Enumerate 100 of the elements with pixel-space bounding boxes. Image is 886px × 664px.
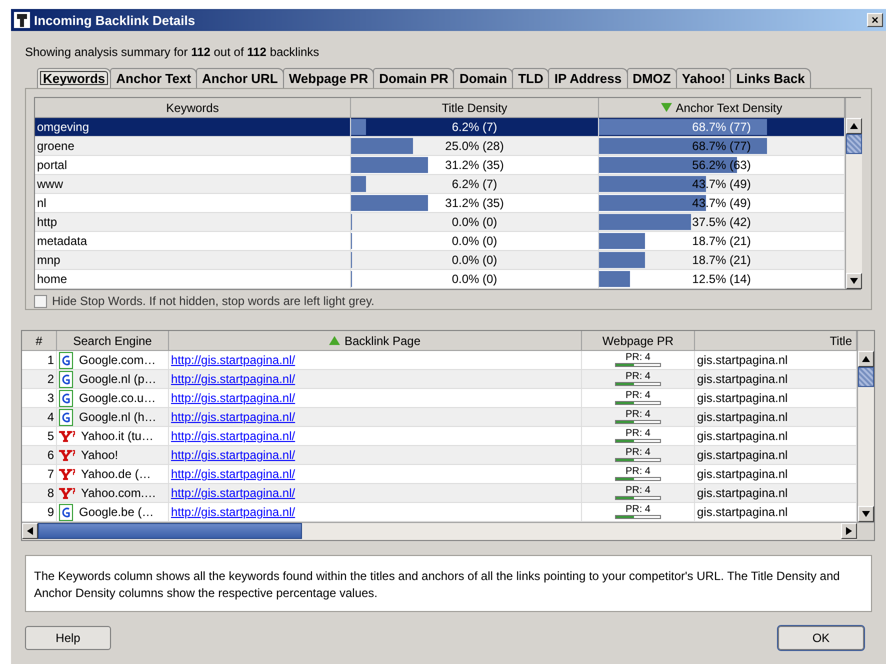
help-button[interactable]: Help xyxy=(25,626,111,650)
column-header[interactable]: # xyxy=(22,331,57,351)
checkbox-label: Hide Stop Words. If not hidden, stop words are left light grey. xyxy=(52,294,374,308)
title-density-cell: 25.0% (28) xyxy=(351,137,599,156)
column-header[interactable]: Title Density xyxy=(351,98,599,118)
engine-name: Google.com… xyxy=(79,353,156,367)
engine-name: Yahoo.it (tu… xyxy=(81,429,154,443)
column-header[interactable]: Anchor Text Density xyxy=(599,98,845,118)
close-button[interactable]: × xyxy=(867,13,883,27)
pagerank-label: PR: 4 xyxy=(625,486,650,496)
row-number: 1 xyxy=(22,351,57,370)
title-density-cell: 31.2% (35) xyxy=(351,194,599,213)
summary-text: Showing analysis summary for 112 out of 112 backlinks xyxy=(25,45,320,61)
engine-name: Yahoo.com.… xyxy=(81,486,156,500)
keyword-cell[interactable]: www xyxy=(35,175,351,194)
yahoo-icon xyxy=(59,468,75,480)
right-arrow-icon xyxy=(846,527,852,535)
down-arrow-icon xyxy=(850,278,858,284)
row-number: 3 xyxy=(22,389,57,408)
column-header[interactable]: Title xyxy=(695,331,857,351)
pagerank-label: PR: 4 xyxy=(625,372,650,382)
column-label: Backlink Page xyxy=(344,334,421,348)
ok-button[interactable]: OK xyxy=(778,626,864,650)
keyword-cell[interactable]: mnp xyxy=(35,251,351,270)
scroll-thumb[interactable] xyxy=(38,523,302,539)
scroll-thumb[interactable] xyxy=(858,367,874,387)
title-density-cell: 0.0% (0) xyxy=(351,232,599,251)
anchor-density-cell: 37.5% (42) xyxy=(599,213,845,232)
pagerank-label: PR: 4 xyxy=(625,448,650,458)
tab[interactable]: Webpage PR xyxy=(282,68,374,88)
anchor-density-cell: 68.7% (77) xyxy=(599,118,845,137)
anchor-density-cell: 68.7% (77) xyxy=(599,137,845,156)
backlink-url[interactable]: http://gis.startpagina.nl/ xyxy=(171,353,296,367)
title-density-cell: 0.0% (0) xyxy=(351,213,599,232)
column-label: Keywords xyxy=(166,100,219,114)
scroll-left-button[interactable] xyxy=(22,523,38,539)
keyword-cell[interactable]: groene xyxy=(35,137,351,156)
column-label: # xyxy=(36,334,42,348)
checkbox[interactable] xyxy=(34,294,47,308)
tab[interactable]: Keywords xyxy=(37,68,112,88)
up-arrow-icon xyxy=(862,356,870,362)
left-arrow-icon xyxy=(27,527,33,535)
down-arrow-icon xyxy=(862,511,870,517)
app-icon xyxy=(14,12,30,28)
scroll-right-button[interactable] xyxy=(841,523,857,539)
keyword-cell[interactable]: home xyxy=(35,270,351,289)
column-label: Title xyxy=(830,334,852,348)
row-number: 8 xyxy=(22,484,57,503)
column-header[interactable]: Backlink Page xyxy=(169,331,582,351)
keyword-cell[interactable]: omgeving xyxy=(35,118,351,137)
yahoo-icon xyxy=(59,449,75,461)
scroll-thumb[interactable] xyxy=(846,134,862,154)
window-title: Incoming Backlink Details xyxy=(34,12,196,28)
title-cell: gis.startpagina.nl xyxy=(695,465,857,484)
row-number: 2 xyxy=(22,370,57,389)
scroll-up-button[interactable] xyxy=(858,351,874,367)
vertical-scrollbar[interactable] xyxy=(845,98,862,289)
row-number: 6 xyxy=(22,446,57,465)
backlink-url[interactable]: http://gis.startpagina.nl/ xyxy=(171,505,296,519)
backlink-url[interactable]: http://gis.startpagina.nl/ xyxy=(171,391,296,405)
title-cell: gis.startpagina.nl xyxy=(695,351,857,370)
keyword-cell[interactable]: http xyxy=(35,213,351,232)
anchor-density-cell: 18.7% (21) xyxy=(599,251,845,270)
title-cell: gis.startpagina.nl xyxy=(695,427,857,446)
column-header[interactable]: Webpage PR xyxy=(582,331,695,351)
pagerank-label: PR: 4 xyxy=(625,429,650,439)
scroll-up-button[interactable] xyxy=(846,118,862,134)
engine-name: Google.be (… xyxy=(79,505,154,519)
tab[interactable]: Links Back xyxy=(730,68,811,88)
vertical-scrollbar[interactable] xyxy=(857,331,874,522)
horizontal-scrollbar[interactable] xyxy=(22,522,874,540)
row-number: 4 xyxy=(22,408,57,427)
keyword-cell[interactable]: portal xyxy=(35,156,351,175)
pagerank-label: PR: 4 xyxy=(625,410,650,420)
backlink-url[interactable]: http://gis.startpagina.nl/ xyxy=(171,467,296,481)
header-corner xyxy=(846,98,862,118)
title-density-cell: 6.2% (7) xyxy=(351,175,599,194)
scroll-down-button[interactable] xyxy=(858,506,874,522)
title-cell: gis.startpagina.nl xyxy=(695,389,857,408)
title-cell: gis.startpagina.nl xyxy=(695,408,857,427)
column-label: Search Engine xyxy=(73,334,152,348)
column-label: Title Density xyxy=(442,100,508,114)
backlink-url[interactable]: http://gis.startpagina.nl/ xyxy=(171,429,296,443)
column-header[interactable]: Keywords xyxy=(35,98,351,118)
scrollbar-corner xyxy=(857,523,874,540)
anchor-density-cell: 18.7% (21) xyxy=(599,232,845,251)
keyword-cell[interactable]: nl xyxy=(35,194,351,213)
engine-name: Yahoo! xyxy=(81,448,118,462)
scroll-down-button[interactable] xyxy=(846,273,862,289)
anchor-density-cell: 12.5% (14) xyxy=(599,270,845,289)
title-density-cell: 31.2% (35) xyxy=(351,156,599,175)
title-density-cell: 6.2% (7) xyxy=(351,118,599,137)
pagerank-label: PR: 4 xyxy=(625,467,650,477)
header-corner xyxy=(858,331,874,351)
engine-name: Google.nl (h… xyxy=(79,410,156,424)
keyword-cell[interactable]: metadata xyxy=(35,232,351,251)
column-header[interactable]: Search Engine xyxy=(57,331,169,351)
row-number: 5 xyxy=(22,427,57,446)
row-number: 9 xyxy=(22,503,57,522)
description-text: The Keywords column shows all the keywords found within the titles and anchors of all the links pointing to your competitor's URL. The Title Density and Anchor Density columns show the respective percentage values. xyxy=(25,555,872,612)
